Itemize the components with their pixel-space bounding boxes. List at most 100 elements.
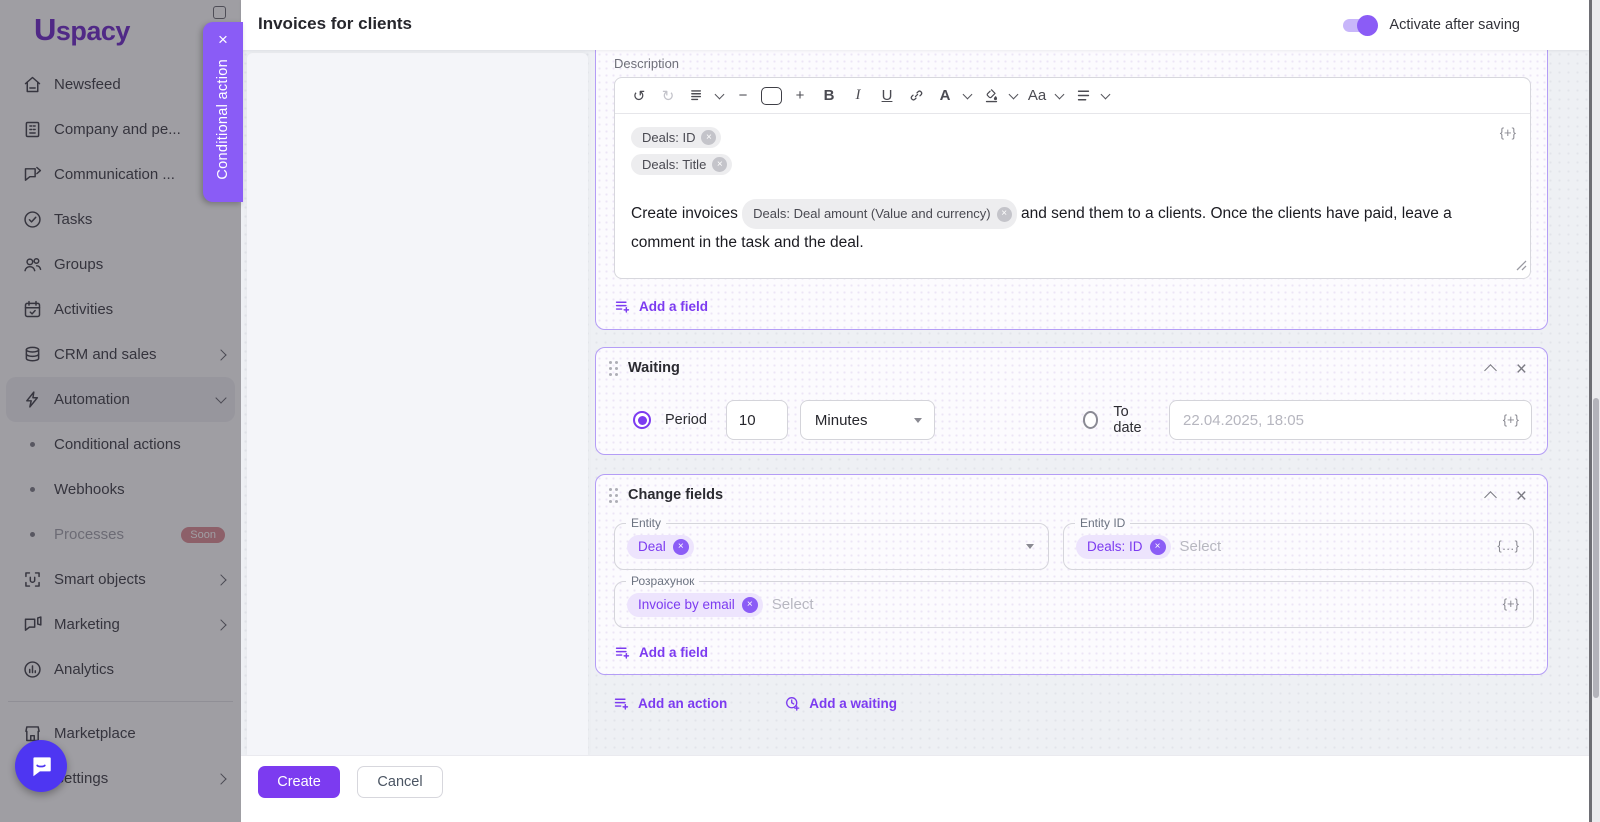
description-field-label: Description (614, 56, 679, 71)
variable-chip[interactable]: Deals: Deal amount (Value and currency) × (742, 199, 1017, 229)
redo-icon[interactable]: ↻ (657, 83, 679, 109)
period-input[interactable] (726, 400, 788, 440)
highlight-icon[interactable] (980, 83, 1002, 109)
entity-id-chip[interactable]: Deals: ID × (1076, 535, 1171, 559)
undo-icon[interactable]: ↺ (628, 83, 650, 109)
create-button[interactable]: Create (258, 766, 340, 798)
drag-handle-icon[interactable] (609, 488, 618, 503)
card-title: Change fields (628, 487, 723, 503)
to-date-label: To date (1113, 404, 1152, 436)
add-field-icon (614, 298, 631, 315)
text-color-button[interactable]: A (934, 83, 956, 109)
insert-variable-token[interactable]: {+} (1503, 596, 1519, 611)
collapse-button[interactable] (1486, 488, 1495, 502)
chip-remove-icon[interactable]: × (712, 157, 727, 172)
description-card: Description ↺ ↻ − + B I U A (595, 50, 1548, 330)
close-icon: × (1516, 361, 1527, 379)
text-case-button[interactable]: Aa (1026, 83, 1048, 109)
drag-handle-icon[interactable] (609, 361, 618, 376)
underline-button[interactable]: U (876, 83, 898, 109)
paragraph-text: Create invoices (631, 205, 742, 222)
chip-label: Deals: Title (642, 157, 706, 172)
add-action-icon (613, 695, 630, 712)
variable-chip[interactable]: Deals: Title × (631, 154, 732, 175)
chip-label: Deal (638, 539, 666, 554)
chip-label: Invoice by email (638, 597, 735, 612)
period-radio[interactable] (633, 411, 651, 429)
toggle-knob (1357, 15, 1378, 36)
editor-content[interactable]: {+} Deals: ID × Deals: Title × Create invo… (615, 114, 1530, 278)
select-caret-icon (1026, 544, 1034, 549)
waiting-card: Waiting × Period Minutes (595, 347, 1548, 455)
editor-toolbar: ↺ ↻ − + B I U A (615, 78, 1530, 114)
align-icon[interactable] (686, 83, 708, 109)
unit-select[interactable]: Minutes (800, 400, 935, 440)
panel-footer: Create Cancel (241, 755, 1590, 822)
insert-variable-token[interactable]: {+} (1500, 125, 1516, 140)
date-input[interactable] (1169, 400, 1532, 440)
chevron-down-icon[interactable] (1009, 89, 1019, 99)
conditional-action-tab[interactable]: × Conditional action (203, 22, 243, 202)
plus-button[interactable]: + (789, 83, 811, 109)
chip-label: Deals: Deal amount (Value and currency) (753, 202, 991, 226)
insert-variable-token[interactable]: {…} (1497, 538, 1519, 553)
chip-remove-icon[interactable]: × (1150, 539, 1166, 555)
chip-remove-icon[interactable]: × (997, 207, 1012, 222)
font-size-box-icon[interactable] (761, 87, 782, 105)
page-title: Invoices for clients (258, 14, 412, 34)
entity-id-select[interactable]: Entity ID Deals: ID× Select {…} (1063, 523, 1534, 570)
add-field-label: Add a field (639, 299, 708, 314)
entity-chip[interactable]: Deal × (627, 535, 694, 559)
cancel-button[interactable]: Cancel (357, 766, 443, 798)
conditional-action-panel: Invoices for clients Activate after savi… (241, 0, 1590, 822)
unit-value: Minutes (815, 412, 868, 429)
change-fields-card: Change fields × Entity Deal× Entity ID D… (595, 474, 1548, 675)
chip-remove-icon[interactable]: × (673, 539, 689, 555)
select-placeholder: Select (772, 596, 814, 613)
add-action-button[interactable]: Add an action (613, 695, 727, 712)
chevron-up-icon (1484, 364, 1497, 377)
add-field-label: Add a field (639, 645, 708, 660)
select-placeholder: Select (1180, 538, 1222, 555)
chip-remove-icon[interactable]: × (742, 597, 758, 613)
chevron-down-icon[interactable] (963, 89, 973, 99)
chip-label: Deals: ID (1087, 539, 1143, 554)
list-icon[interactable] (1072, 83, 1094, 109)
calculation-select[interactable]: Розрахунок Invoice by email× Select {+} (614, 581, 1534, 628)
chevron-down-icon[interactable] (1101, 89, 1111, 99)
toggle-label: Activate after saving (1389, 17, 1520, 33)
resize-handle[interactable] (1516, 258, 1527, 276)
calculation-chip[interactable]: Invoice by email × (627, 593, 763, 617)
tab-label: Conditional action (215, 59, 231, 180)
collapse-button[interactable] (1486, 361, 1495, 375)
add-waiting-button[interactable]: Add a waiting (784, 695, 897, 712)
add-waiting-icon (784, 695, 801, 712)
add-field-button[interactable]: Add a field (614, 298, 708, 315)
link-icon[interactable] (905, 83, 927, 109)
to-date-radio[interactable] (1083, 411, 1098, 429)
chip-label: Deals: ID (642, 130, 695, 145)
entity-select[interactable]: Entity Deal× (614, 523, 1049, 570)
scrollbar-thumb[interactable] (1593, 398, 1599, 698)
insert-variable-token[interactable]: {+} (1503, 412, 1519, 427)
conditions-blank-panel (247, 53, 588, 755)
activate-toggle[interactable] (1343, 19, 1376, 32)
bold-button[interactable]: B (818, 83, 840, 109)
chat-widget-button[interactable] (15, 740, 67, 792)
close-icon[interactable]: × (218, 29, 228, 51)
chip-remove-icon[interactable]: × (701, 130, 716, 145)
close-card-button[interactable]: × (1516, 488, 1527, 506)
variable-chip[interactable]: Deals: ID × (631, 127, 721, 148)
rich-text-editor[interactable]: ↺ ↻ − + B I U A (614, 77, 1531, 279)
close-card-button[interactable]: × (1516, 361, 1527, 379)
period-label: Period (665, 412, 707, 428)
chevron-down-icon[interactable] (715, 89, 725, 99)
chevron-up-icon (1484, 491, 1497, 504)
panel-header: Invoices for clients Activate after savi… (241, 0, 1590, 50)
add-field-icon (614, 644, 631, 661)
italic-button[interactable]: I (847, 83, 869, 109)
minus-button[interactable]: − (732, 83, 754, 109)
add-field-button[interactable]: Add a field (614, 644, 708, 661)
select-caret-icon (914, 418, 922, 423)
chevron-down-icon[interactable] (1055, 89, 1065, 99)
